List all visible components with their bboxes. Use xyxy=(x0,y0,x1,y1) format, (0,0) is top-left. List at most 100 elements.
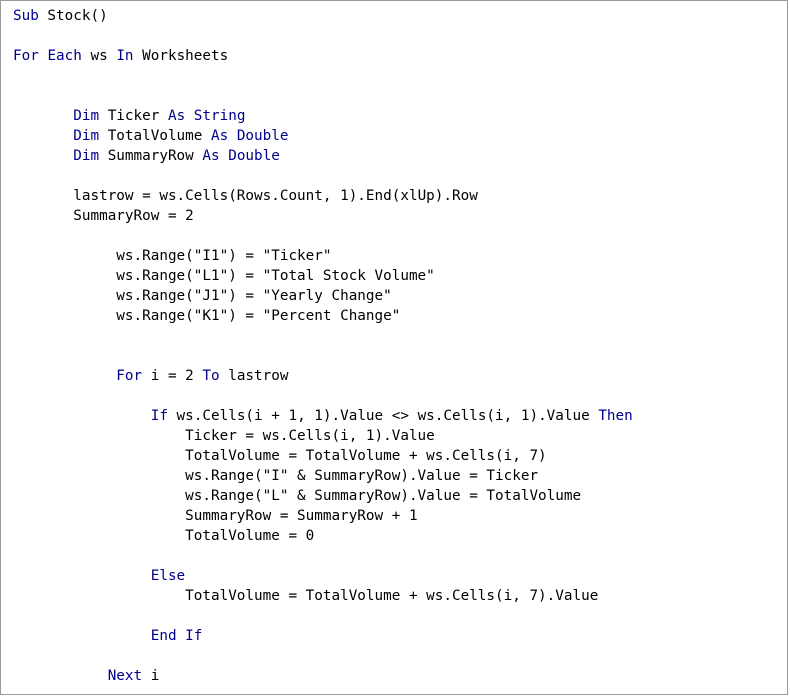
code-line[interactable]: Ticker = ws.Cells(i, 1).Value xyxy=(13,426,633,446)
code-keyword: As xyxy=(211,128,229,144)
code-line[interactable]: TotalVolume = 0 xyxy=(13,526,633,546)
code-line[interactable]: ws.Range("L1") = "Total Stock Volume" xyxy=(13,266,633,286)
code-text: lastrow = ws.Cells(Rows.Count, 1).End(xl… xyxy=(73,188,478,204)
code-line[interactable]: Dim SummaryRow As Double xyxy=(13,146,633,166)
code-keyword: Dim xyxy=(73,148,100,164)
code-line[interactable]: Dim Ticker As String xyxy=(13,106,633,126)
code-keyword: Each xyxy=(47,48,82,64)
code-line[interactable] xyxy=(13,226,633,246)
code-editor[interactable]: Sub Stock() For Each ws In Worksheets Dim… xyxy=(0,0,788,695)
code-text: ws.Cells(i + 1, 1).Value <> ws.Cells(i, … xyxy=(167,408,599,424)
code-keyword: Dim xyxy=(73,128,100,144)
code-line[interactable]: For Each ws In Worksheets xyxy=(13,46,633,66)
code-text: Ticker = ws.Cells(i, 1).Value xyxy=(185,428,435,444)
code-line[interactable] xyxy=(13,326,633,346)
code-text: ws.Range("L" & SummaryRow).Value = Total… xyxy=(185,488,582,504)
code-keyword: For xyxy=(116,368,143,384)
code-text: lastrow xyxy=(219,368,289,384)
code-text: i xyxy=(142,668,160,684)
code-line[interactable]: For i = 2 To lastrow xyxy=(13,366,633,386)
code-text: Ticker xyxy=(99,108,168,124)
code-text: ws.Range("J1") = "Yearly Change" xyxy=(116,288,392,304)
code-keyword: If xyxy=(185,628,203,644)
code-line[interactable]: SummaryRow = SummaryRow + 1 xyxy=(13,506,633,526)
code-area[interactable]: Sub Stock() For Each ws In Worksheets Dim… xyxy=(13,6,633,686)
code-line[interactable]: lastrow = ws.Cells(Rows.Count, 1).End(xl… xyxy=(13,186,633,206)
code-text: TotalVolume = TotalVolume + ws.Cells(i, … xyxy=(185,588,599,604)
code-keyword: Next xyxy=(107,668,143,684)
code-keyword: As xyxy=(167,108,186,124)
code-line[interactable]: Dim TotalVolume As Double xyxy=(13,126,633,146)
code-line[interactable] xyxy=(13,166,633,186)
code-text: Stock() xyxy=(38,8,108,24)
code-line[interactable]: TotalVolume = TotalVolume + ws.Cells(i, … xyxy=(13,446,633,466)
code-line[interactable] xyxy=(13,606,633,626)
code-keyword: As xyxy=(202,148,220,164)
code-line[interactable]: SummaryRow = 2 xyxy=(13,206,633,226)
code-keyword: If xyxy=(150,408,168,424)
code-text: ws.Range("I1") = "Ticker" xyxy=(116,248,332,264)
code-line[interactable]: ws.Range("J1") = "Yearly Change" xyxy=(13,286,633,306)
code-line[interactable] xyxy=(13,546,633,566)
code-line[interactable]: ws.Range("K1") = "Percent Change" xyxy=(13,306,633,326)
code-keyword: Sub xyxy=(13,8,39,24)
code-line[interactable]: Next i xyxy=(13,666,633,686)
code-keyword: Then xyxy=(598,408,633,424)
code-line[interactable] xyxy=(13,86,633,106)
code-keyword: End xyxy=(150,628,177,644)
code-text: ws.Range("K1") = "Percent Change" xyxy=(116,308,401,324)
code-line[interactable] xyxy=(13,646,633,666)
code-text: ws xyxy=(81,48,117,64)
code-keyword: Double xyxy=(228,148,280,164)
code-text: TotalVolume = TotalVolume + ws.Cells(i, … xyxy=(185,448,547,464)
code-line[interactable] xyxy=(13,386,633,406)
code-line[interactable]: ws.Range("I1") = "Ticker" xyxy=(13,246,633,266)
code-keyword: Double xyxy=(236,128,289,144)
code-text: SummaryRow xyxy=(99,148,203,164)
code-line[interactable]: ws.Range("L" & SummaryRow).Value = Total… xyxy=(13,486,633,506)
code-line[interactable]: Else xyxy=(13,566,633,586)
code-line[interactable] xyxy=(13,346,633,366)
code-line[interactable] xyxy=(13,26,633,46)
code-text: ws.Range("L1") = "Total Stock Volume" xyxy=(116,268,435,284)
code-text: SummaryRow = SummaryRow + 1 xyxy=(185,508,418,524)
code-keyword: In xyxy=(116,48,134,64)
code-line[interactable]: ws.Range("I" & SummaryRow).Value = Ticke… xyxy=(13,466,633,486)
code-line[interactable] xyxy=(13,66,633,86)
code-line[interactable]: End If xyxy=(13,626,633,646)
code-text: Worksheets xyxy=(133,48,229,64)
code-line[interactable]: TotalVolume = TotalVolume + ws.Cells(i, … xyxy=(13,586,633,606)
code-line[interactable]: Sub Stock() xyxy=(13,6,633,26)
code-keyword: Dim xyxy=(73,108,100,124)
code-text: i = 2 xyxy=(142,368,203,384)
code-keyword: String xyxy=(193,108,246,124)
code-text: ws.Range("I" & SummaryRow).Value = Ticke… xyxy=(185,468,539,484)
code-text: TotalVolume = 0 xyxy=(185,528,315,544)
code-keyword: For xyxy=(13,48,39,64)
code-line[interactable]: If ws.Cells(i + 1, 1).Value <> ws.Cells(… xyxy=(13,406,633,426)
code-text: SummaryRow = 2 xyxy=(73,208,194,224)
